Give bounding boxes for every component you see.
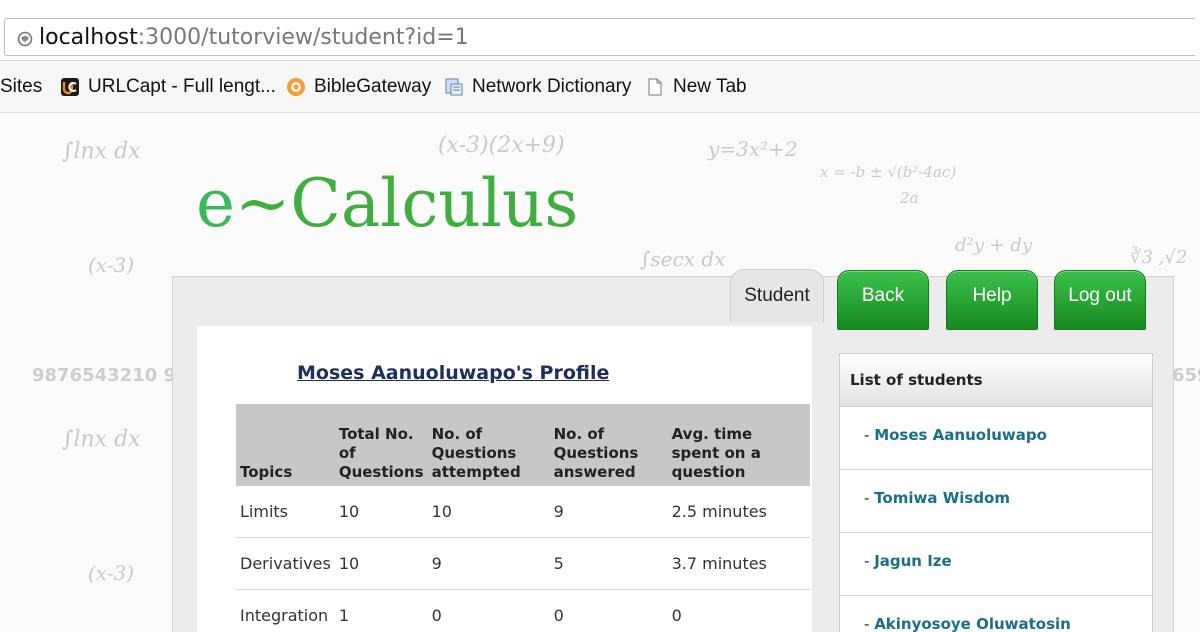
cell-answered: 9 [549,486,668,538]
logo-e: e [196,165,236,242]
math-doodle: ∫lnx dx [62,427,141,452]
list-item: - Tomiwa Wisdom [840,470,1152,533]
cell-topic: Integration [236,589,335,632]
cell-topic: Limits [236,486,335,538]
cell-answered: 0 [549,589,668,632]
bookmark-label: Network Dictionary [472,76,632,97]
cell-answered: 5 [549,537,668,590]
back-button[interactable]: Back [837,270,929,330]
url-path: :3000/tutorview/student?id=1 [137,25,469,50]
header-questions-answered: No. of Questions answered [549,404,668,486]
site-logo[interactable]: e~Calculus [196,165,578,242]
stats-table: Topics Total No. of Questions No. of Questi… [236,404,810,632]
cell-total: 10 [334,486,428,538]
cell-avg-time: 2.5 minutes [667,486,810,538]
list-item: - Moses Aanuoluwapo [840,407,1152,470]
header-questions-attempted: No. of Questions attempted [427,404,550,486]
math-doodle: 2a [900,189,919,207]
bookmark-label: Sites [0,76,43,97]
math-doodle: y=3x²+2 [708,137,798,161]
biblegateway-icon [287,78,305,96]
header-total-questions: Total No. of Questions [334,404,428,486]
student-link[interactable]: Jagun Ize [874,552,952,570]
cell-avg-time: 3.7 minutes [667,537,810,590]
math-doodle: ∫lnx dx [62,139,141,164]
math-doodle: d²y + dy [955,235,1033,256]
math-doodle: 9876543210 9 [32,365,177,386]
page-icon [648,78,662,96]
list-item: - Akinyosoye Oluwatosin [840,596,1152,632]
student-link[interactable]: Akinyosoye Oluwatosin [874,615,1071,632]
cell-total: 1 [334,589,428,632]
cell-attempted: 10 [427,486,550,538]
globe-icon [17,31,33,47]
math-doodle: (x-3) [88,561,135,585]
math-doodle: ∫secx dx [640,247,726,271]
math-doodle: (x-3)(2x+9) [438,133,565,158]
cell-attempted: 0 [427,589,550,632]
bookmarks-bar: Sites URLCapt - Full lengt... BibleGatew… [0,62,1200,113]
table-row: Limits 10 10 9 2.5 minutes [236,486,810,538]
profile-title: Moses Aanuoluwapo's Profile [297,362,610,384]
url-host: localhost [39,25,138,50]
cell-topic: Derivatives [236,537,335,590]
top-strip [0,0,1200,12]
url-text: localhost:3000/tutorview/student?id=1 [39,25,469,51]
network-dictionary-icon [445,78,463,96]
help-button[interactable]: Help [946,270,1038,330]
students-list: List of students - Moses Aanuoluwapo - T… [839,353,1153,632]
urlcapt-icon [61,78,79,96]
math-doodle: x = -b ± √(b²-4ac) [820,163,957,181]
bookmark-label: New Tab [673,76,747,97]
header-topics: Topics [236,404,335,486]
cell-total: 10 [334,537,428,590]
math-doodle: ∛3 ,√2 [1130,247,1188,268]
bookmark-label: URLCapt - Full lengt... [88,76,276,97]
table-row: Derivatives 10 9 5 3.7 minutes [236,537,810,590]
tab-student[interactable]: Student [730,269,824,322]
student-link[interactable]: Tomiwa Wisdom [874,489,1010,507]
url-input[interactable]: localhost:3000/tutorview/student?id=1 [4,18,1195,56]
table-header-row: Topics Total No. of Questions No. of Questi… [236,404,810,486]
logout-button[interactable]: Log out [1054,270,1146,330]
math-doodle: 659 [1172,365,1200,386]
logo-text: ~Calculus [235,165,579,242]
page-content: ∫lnx dx (x-3)(2x+9) y=3x²+2 x = -b ± √(b… [0,113,1200,632]
list-item: - Jagun Ize [840,533,1152,596]
cell-avg-time: 0 [667,589,810,632]
header-avg-time: Avg. time spent on a question [667,404,810,486]
students-list-title: List of students [840,354,1152,407]
address-bar: localhost:3000/tutorview/student?id=1 [0,12,1200,61]
bookmark-label: BibleGateway [314,76,432,97]
math-doodle: (x-3) [88,253,135,277]
cell-attempted: 9 [427,537,550,590]
table-row: Integration 1 0 0 0 [236,589,810,632]
student-link[interactable]: Moses Aanuoluwapo [874,426,1047,444]
